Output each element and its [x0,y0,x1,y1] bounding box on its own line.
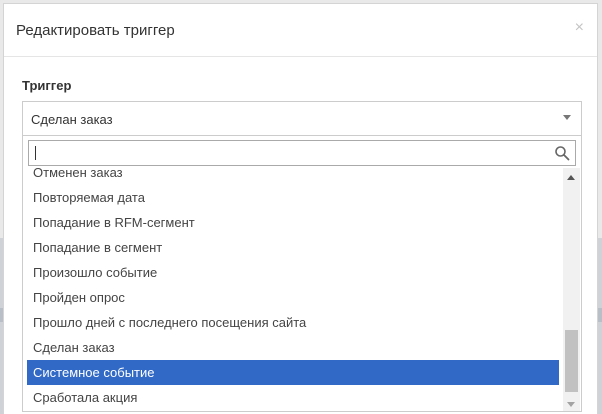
search-icon [555,146,570,161]
dropdown-option[interactable]: Повторяемая дата [27,185,559,210]
dropdown-option[interactable]: Пройден опрос [27,285,559,310]
trigger-label: Триггер [22,78,72,93]
dropdown-search-input[interactable] [29,141,549,165]
dropdown-search [28,140,576,166]
trigger-select-value: Сделан заказ [31,112,113,127]
dropdown-scrollbar[interactable] [563,168,580,411]
scroll-down-icon[interactable] [567,402,575,407]
text-caret [35,146,36,160]
scrollbar-thumb[interactable] [565,330,578,392]
dropdown-option[interactable]: Отменен заказ [27,168,559,185]
dropdown-option[interactable]: Сделан заказ [27,335,559,360]
dialog-title: Редактировать триггер [16,22,175,39]
dropdown-option[interactable]: Попадание в RFM-сегмент [27,210,559,235]
dropdown-option[interactable]: Попадание в сегмент [27,235,559,260]
dialog-header: Редактировать триггер × [4,4,597,57]
close-icon[interactable]: × [575,19,584,37]
dropdown-option[interactable]: Системное событие [27,360,559,385]
dropdown-option[interactable]: Прошло дней с последнего посещения сайта [27,310,559,335]
dropdown-option[interactable]: Сработала акция [27,385,559,410]
dropdown-option[interactable]: Произошло событие [27,260,559,285]
edit-trigger-dialog: Редактировать триггер × Триггер Сделан з… [3,3,598,414]
options-list: Отменен заказ Повторяемая дата Попадание в… [27,168,559,411]
chevron-down-icon[interactable] [563,115,571,120]
trigger-select[interactable]: Сделан заказ [22,101,582,138]
trigger-dropdown: Отменен заказ Повторяемая дата Попадание в… [22,135,582,412]
scroll-up-icon[interactable] [567,175,575,180]
